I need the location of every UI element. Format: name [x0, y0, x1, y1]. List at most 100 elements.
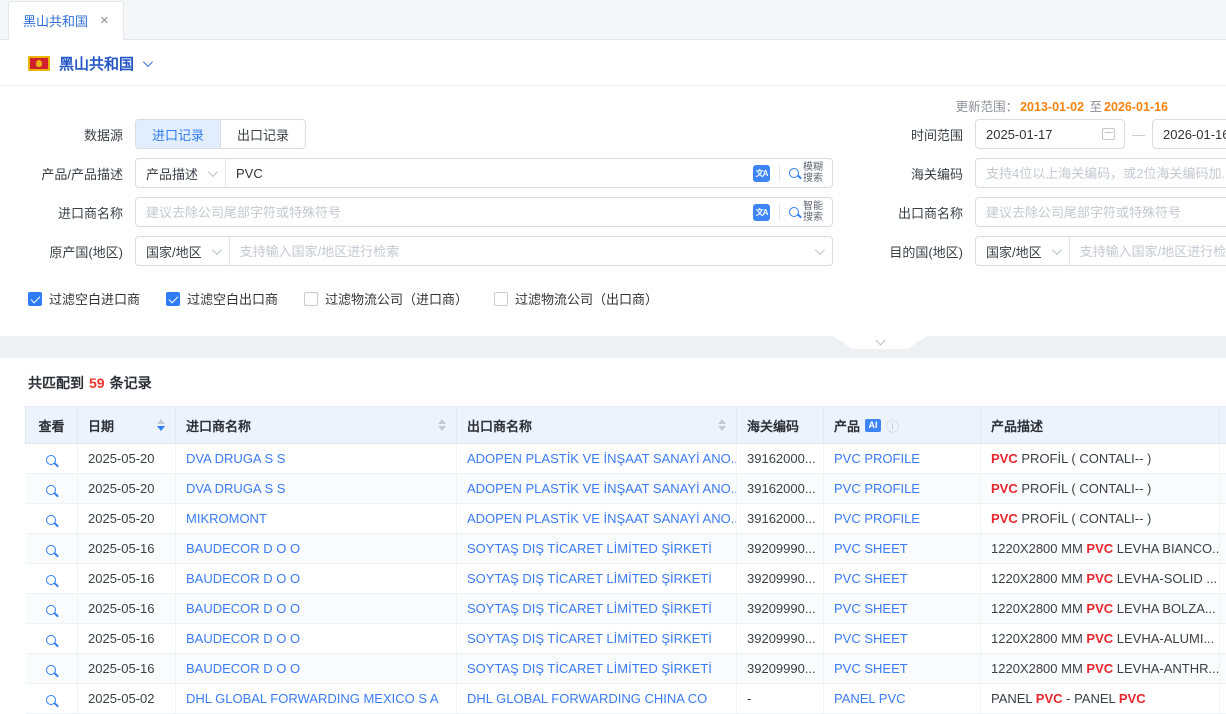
fuzzy-search-button[interactable]: 模糊搜索	[789, 162, 832, 184]
destination-region-select[interactable]: 国家/地区	[976, 237, 1070, 265]
description-text: 1220X2800 MM	[991, 661, 1086, 676]
importer-name-input[interactable]	[136, 198, 753, 226]
match-summary: 共匹配到59条记录	[0, 358, 1226, 406]
product-link[interactable]: PVC SHEET	[834, 571, 908, 586]
view-record-icon[interactable]	[46, 515, 56, 525]
exporter-link[interactable]: ADOPEN PLASTİK VE İNŞAAT SANAYİ ANO...	[467, 511, 737, 526]
view-record-icon[interactable]	[46, 455, 56, 465]
date-start-input[interactable]	[975, 119, 1125, 149]
cell-description: 1220X2800 MM PVC LEVHA BOLZA...	[981, 594, 1220, 624]
cell-hs-code: 39209990...	[737, 654, 824, 684]
description-text: 1220X2800 MM	[991, 541, 1086, 556]
exporter-link[interactable]: SOYTAŞ DIŞ TİCARET LİMİTED ŞİRKETİ	[467, 541, 712, 556]
filter-checkbox[interactable]: 过滤空白出口商	[166, 289, 278, 308]
cell-view	[26, 534, 78, 564]
product-type-select[interactable]: 产品描述	[136, 159, 226, 187]
translate-icon[interactable]: 文A	[753, 204, 770, 221]
date-end-value[interactable]	[1153, 120, 1226, 148]
description-text: LEVHA-ALUMI...	[1113, 631, 1214, 646]
cell-description: PVC PROFİL ( CONTALI-- )	[981, 474, 1220, 504]
product-link[interactable]: PANEL PVC	[834, 691, 906, 706]
importer-link[interactable]: BAUDECOR D O O	[186, 661, 300, 676]
view-record-icon[interactable]	[46, 575, 56, 585]
checkbox-label: 过滤空白进口商	[49, 289, 140, 308]
importer-link[interactable]: BAUDECOR D O O	[186, 601, 300, 616]
tab-export-records[interactable]: 出口记录	[220, 120, 305, 148]
product-link[interactable]: PVC SHEET	[834, 661, 908, 676]
product-link[interactable]: PVC SHEET	[834, 631, 908, 646]
filter-checkbox[interactable]: 过滤空白进口商	[28, 289, 140, 308]
exporter-name-input[interactable]	[976, 198, 1226, 226]
product-link[interactable]: PVC SHEET	[834, 541, 908, 556]
product-link[interactable]: PVC PROFILE	[834, 451, 920, 466]
hs-code-input[interactable]	[976, 159, 1226, 187]
importer-link[interactable]: MIKROMONT	[186, 511, 267, 526]
data-source-toggle: 进口记录 出口记录	[135, 119, 306, 149]
column-date[interactable]: 日期	[78, 407, 176, 444]
sort-date-control[interactable]	[149, 419, 165, 431]
smart-search-button[interactable]: 智能搜索	[789, 201, 832, 223]
exporter-link[interactable]: ADOPEN PLASTİK VE İNŞAAT SANAYİ ANO...	[467, 481, 737, 496]
importer-link[interactable]: BAUDECOR D O O	[186, 541, 300, 556]
column-stub	[1220, 407, 1226, 444]
country-selector[interactable]: 黑山共和国	[0, 40, 1226, 86]
table-header-row: 查看 日期 进口商名称 出口商名称 海关编码	[26, 407, 1226, 444]
exporter-link[interactable]: DHL GLOBAL FORWARDING CHINA CO	[467, 691, 707, 706]
exporter-link[interactable]: SOYTAŞ DIŞ TİCARET LİMİTED ŞİRKETİ	[467, 661, 712, 676]
filter-checkbox[interactable]: 过滤物流公司（进口商）	[304, 289, 468, 308]
tab-close-icon[interactable]: ×	[100, 13, 109, 28]
table-row: 2025-05-16BAUDECOR D O OSOYTAŞ DIŞ TİCAR…	[26, 594, 1226, 624]
info-icon[interactable]: ⓘ	[886, 416, 899, 435]
date-start-value[interactable]	[976, 120, 1102, 148]
cell-view	[26, 504, 78, 534]
sort-importer-control[interactable]	[430, 419, 446, 431]
tab-import-records[interactable]: 进口记录	[136, 120, 220, 148]
view-record-icon[interactable]	[46, 665, 56, 675]
view-record-icon[interactable]	[46, 485, 56, 495]
importer-link[interactable]: BAUDECOR D O O	[186, 571, 300, 586]
column-importer[interactable]: 进口商名称	[176, 407, 457, 444]
cell-product: PVC PROFILE	[824, 474, 981, 504]
hs-code-label: 海关编码	[871, 164, 975, 183]
view-record-icon[interactable]	[46, 605, 56, 615]
cell-exporter: SOYTAŞ DIŞ TİCARET LİMİTED ŞİRKETİ	[457, 624, 737, 654]
cell-product: PVC PROFILE	[824, 444, 981, 474]
destination-country-input[interactable]	[1070, 237, 1226, 265]
chevron-down-icon	[208, 167, 218, 177]
view-record-icon[interactable]	[46, 545, 56, 555]
exporter-link[interactable]: SOYTAŞ DIŞ TİCARET LİMİTED ŞİRKETİ	[467, 571, 712, 586]
chevron-down-icon	[815, 245, 825, 255]
filter-checkbox[interactable]: 过滤物流公司（出口商）	[494, 289, 658, 308]
sort-exporter-control[interactable]	[710, 419, 726, 431]
view-record-icon[interactable]	[46, 635, 56, 645]
importer-link[interactable]: BAUDECOR D O O	[186, 631, 300, 646]
origin-country-input[interactable]	[230, 237, 811, 265]
exporter-link[interactable]: SOYTAŞ DIŞ TİCARET LİMİTED ŞİRKETİ	[467, 601, 712, 616]
checkbox-checked-icon[interactable]	[166, 292, 180, 306]
cell-description: 1220X2800 MM PVC LEVHA-ALUMI...	[981, 624, 1220, 654]
tab-montenegro[interactable]: 黑山共和国 ×	[8, 1, 124, 40]
product-link[interactable]: PVC PROFILE	[834, 481, 920, 496]
cell-date: 2025-05-02	[78, 684, 176, 714]
importer-link[interactable]: DVA DRUGA S S	[186, 481, 285, 496]
exporter-link[interactable]: SOYTAŞ DIŞ TİCARET LİMİTED ŞİRKETİ	[467, 631, 712, 646]
product-link[interactable]: PVC SHEET	[834, 601, 908, 616]
cell-hs-code: -	[737, 684, 824, 714]
cell-exporter: SOYTAŞ DIŞ TİCARET LİMİTED ŞİRKETİ	[457, 534, 737, 564]
date-end-input[interactable]	[1152, 119, 1226, 149]
checkbox-unchecked-icon[interactable]	[304, 292, 318, 306]
origin-region-select[interactable]: 国家/地区	[136, 237, 230, 265]
checkbox-checked-icon[interactable]	[28, 292, 42, 306]
product-link[interactable]: PVC PROFILE	[834, 511, 920, 526]
column-exporter[interactable]: 出口商名称	[457, 407, 737, 444]
importer-link[interactable]: DHL GLOBAL FORWARDING MEXICO S A	[186, 691, 439, 706]
translate-icon[interactable]: 文A	[753, 165, 770, 182]
cell-hs-code: 39209990...	[737, 594, 824, 624]
product-search-input[interactable]	[226, 159, 753, 187]
checkbox-unchecked-icon[interactable]	[494, 292, 508, 306]
cell-stub	[1220, 654, 1226, 684]
importer-link[interactable]: DVA DRUGA S S	[186, 451, 285, 466]
view-record-icon[interactable]	[46, 695, 56, 705]
exporter-link[interactable]: ADOPEN PLASTİK VE İNŞAAT SANAYİ ANO...	[467, 451, 737, 466]
results-panel: 共匹配到59条记录 查看 日期 进口商名称	[0, 358, 1226, 714]
